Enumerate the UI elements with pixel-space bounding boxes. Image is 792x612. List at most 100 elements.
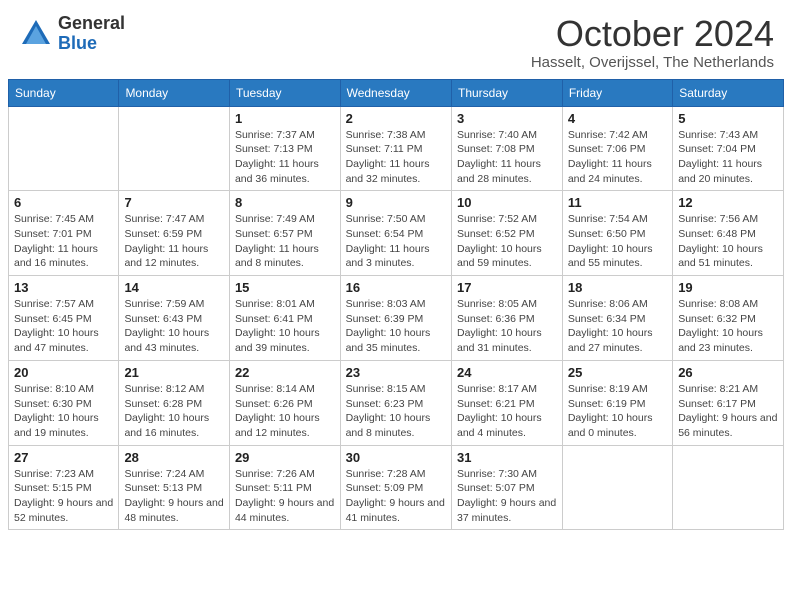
day-number: 28	[124, 450, 224, 465]
calendar-cell: 12Sunrise: 7:56 AMSunset: 6:48 PMDayligh…	[673, 191, 784, 276]
calendar-cell: 5 Sunrise: 7:43 AMSunset: 7:04 PMDaylight…	[673, 106, 784, 191]
calendar-cell: 24Sunrise: 8:17 AMSunset: 6:21 PMDayligh…	[452, 360, 563, 445]
day-info: Sunrise: 8:19 AMSunset: 6:19 PMDaylight:…	[568, 382, 667, 441]
day-number: 29	[235, 450, 335, 465]
day-info: Sunrise: 8:10 AMSunset: 6:30 PMDaylight:…	[14, 382, 113, 441]
day-info: Sunrise: 8:14 AMSunset: 6:26 PMDaylight:…	[235, 382, 335, 441]
day-number: 8	[235, 195, 335, 210]
day-number: 20	[14, 365, 113, 380]
calendar-cell: 9Sunrise: 7:50 AMSunset: 6:54 PMDaylight…	[340, 191, 451, 276]
day-number: 25	[568, 365, 667, 380]
day-header-thursday: Thursday	[452, 79, 563, 106]
day-info: Sunrise: 7:54 AMSunset: 6:50 PMDaylight:…	[568, 212, 667, 271]
day-header-saturday: Saturday	[673, 79, 784, 106]
day-info: Sunrise: 7:37 AMSunset: 7:13 PMDaylight:…	[235, 128, 335, 187]
calendar-cell: 1Sunrise: 7:37 AMSunset: 7:13 PMDaylight…	[229, 106, 340, 191]
day-number: 15	[235, 280, 335, 295]
logo-text: General Blue	[58, 14, 125, 54]
calendar-cell: 6 Sunrise: 7:45 AMSunset: 7:01 PMDaylight…	[9, 191, 119, 276]
week-row-3: 13 Sunrise: 7:57 AMSunset: 6:45 PMDayligh…	[9, 276, 784, 361]
week-row-2: 6 Sunrise: 7:45 AMSunset: 7:01 PMDaylight…	[9, 191, 784, 276]
day-number: 31	[457, 450, 557, 465]
calendar-cell: 10 Sunrise: 7:52 AMSunset: 6:52 PMDayligh…	[452, 191, 563, 276]
day-number: 2	[346, 111, 446, 126]
logo-blue-text: Blue	[58, 34, 125, 54]
day-header-wednesday: Wednesday	[340, 79, 451, 106]
day-number: 12	[678, 195, 778, 210]
calendar-cell	[9, 106, 119, 191]
day-number: 30	[346, 450, 446, 465]
day-number: 27	[14, 450, 113, 465]
day-info: Sunrise: 8:21 AMSunset: 6:17 PMDaylight:…	[678, 382, 778, 441]
day-header-friday: Friday	[562, 79, 672, 106]
calendar-header: SundayMondayTuesdayWednesdayThursdayFrid…	[9, 79, 784, 106]
day-number: 14	[124, 280, 224, 295]
day-number: 13	[14, 280, 113, 295]
location-subtitle: Hasselt, Overijssel, The Netherlands	[531, 54, 774, 71]
day-info: Sunrise: 7:42 AMSunset: 7:06 PMDaylight:…	[568, 128, 667, 187]
calendar-cell: 20 Sunrise: 8:10 AMSunset: 6:30 PMDayligh…	[9, 360, 119, 445]
day-number: 4	[568, 111, 667, 126]
day-info: Sunrise: 7:43 AMSunset: 7:04 PMDaylight:…	[678, 128, 778, 187]
day-info: Sunrise: 7:47 AMSunset: 6:59 PMDaylight:…	[124, 212, 224, 271]
calendar-cell: 18 Sunrise: 8:06 AMSunset: 6:34 PMDayligh…	[562, 276, 672, 361]
day-info: Sunrise: 7:30 AMSunset: 5:07 PMDaylight:…	[457, 467, 557, 526]
day-number: 10	[457, 195, 557, 210]
day-info: Sunrise: 7:28 AMSunset: 5:09 PMDaylight:…	[346, 467, 446, 526]
calendar-cell: 14Sunrise: 7:59 AMSunset: 6:43 PMDayligh…	[119, 276, 230, 361]
calendar-cell: 28 Sunrise: 7:24 AMSunset: 5:13 PMDayligh…	[119, 445, 230, 530]
day-info: Sunrise: 8:05 AMSunset: 6:36 PMDaylight:…	[457, 297, 557, 356]
day-info: Sunrise: 8:06 AMSunset: 6:34 PMDaylight:…	[568, 297, 667, 356]
calendar-table: SundayMondayTuesdayWednesdayThursdayFrid…	[8, 79, 784, 531]
calendar-cell: 13 Sunrise: 7:57 AMSunset: 6:45 PMDayligh…	[9, 276, 119, 361]
day-info: Sunrise: 7:23 AMSunset: 5:15 PMDaylight:…	[14, 467, 113, 526]
day-number: 18	[568, 280, 667, 295]
day-info: Sunrise: 7:52 AMSunset: 6:52 PMDaylight:…	[457, 212, 557, 271]
calendar-cell: 30 Sunrise: 7:28 AMSunset: 5:09 PMDayligh…	[340, 445, 451, 530]
calendar-cell: 26Sunrise: 8:21 AMSunset: 6:17 PMDayligh…	[673, 360, 784, 445]
title-section: October 2024 Hasselt, Overijssel, The Ne…	[531, 14, 774, 71]
calendar-cell: 15 Sunrise: 8:01 AMSunset: 6:41 PMDayligh…	[229, 276, 340, 361]
calendar-body: 1Sunrise: 7:37 AMSunset: 7:13 PMDaylight…	[9, 106, 784, 530]
day-info: Sunrise: 8:03 AMSunset: 6:39 PMDaylight:…	[346, 297, 446, 356]
day-info: Sunrise: 7:45 AMSunset: 7:01 PMDaylight:…	[14, 212, 113, 271]
day-number: 21	[124, 365, 224, 380]
calendar-cell: 2 Sunrise: 7:38 AMSunset: 7:11 PMDaylight…	[340, 106, 451, 191]
calendar-cell: 29Sunrise: 7:26 AMSunset: 5:11 PMDayligh…	[229, 445, 340, 530]
calendar-cell: 31 Sunrise: 7:30 AMSunset: 5:07 PMDayligh…	[452, 445, 563, 530]
calendar-cell: 22 Sunrise: 8:14 AMSunset: 6:26 PMDayligh…	[229, 360, 340, 445]
day-info: Sunrise: 7:57 AMSunset: 6:45 PMDaylight:…	[14, 297, 113, 356]
day-info: Sunrise: 8:15 AMSunset: 6:23 PMDaylight:…	[346, 382, 446, 441]
calendar-cell	[562, 445, 672, 530]
day-info: Sunrise: 8:12 AMSunset: 6:28 PMDaylight:…	[124, 382, 224, 441]
calendar-cell: 25 Sunrise: 8:19 AMSunset: 6:19 PMDayligh…	[562, 360, 672, 445]
day-header-sunday: Sunday	[9, 79, 119, 106]
calendar-wrapper: SundayMondayTuesdayWednesdayThursdayFrid…	[0, 79, 792, 539]
day-number: 16	[346, 280, 446, 295]
day-number: 22	[235, 365, 335, 380]
logo-general-text: General	[58, 14, 125, 34]
day-number: 6	[14, 195, 113, 210]
calendar-cell: 27 Sunrise: 7:23 AMSunset: 5:15 PMDayligh…	[9, 445, 119, 530]
day-number: 23	[346, 365, 446, 380]
day-info: Sunrise: 8:01 AMSunset: 6:41 PMDaylight:…	[235, 297, 335, 356]
day-number: 24	[457, 365, 557, 380]
calendar-cell: 16 Sunrise: 8:03 AMSunset: 6:39 PMDayligh…	[340, 276, 451, 361]
page-header: General Blue October 2024 Hasselt, Overi…	[0, 0, 792, 79]
day-info: Sunrise: 8:08 AMSunset: 6:32 PMDaylight:…	[678, 297, 778, 356]
calendar-cell: 17Sunrise: 8:05 AMSunset: 6:36 PMDayligh…	[452, 276, 563, 361]
month-title: October 2024	[531, 14, 774, 54]
day-number: 5	[678, 111, 778, 126]
week-row-1: 1Sunrise: 7:37 AMSunset: 7:13 PMDaylight…	[9, 106, 784, 191]
calendar-cell: 19Sunrise: 8:08 AMSunset: 6:32 PMDayligh…	[673, 276, 784, 361]
calendar-cell: 7 Sunrise: 7:47 AMSunset: 6:59 PMDaylight…	[119, 191, 230, 276]
logo: General Blue	[18, 14, 125, 54]
day-number: 7	[124, 195, 224, 210]
day-number: 3	[457, 111, 557, 126]
day-info: Sunrise: 7:38 AMSunset: 7:11 PMDaylight:…	[346, 128, 446, 187]
day-info: Sunrise: 7:24 AMSunset: 5:13 PMDaylight:…	[124, 467, 224, 526]
calendar-cell: 23 Sunrise: 8:15 AMSunset: 6:23 PMDayligh…	[340, 360, 451, 445]
calendar-cell: 3Sunrise: 7:40 AMSunset: 7:08 PMDaylight…	[452, 106, 563, 191]
calendar-cell: 4 Sunrise: 7:42 AMSunset: 7:06 PMDaylight…	[562, 106, 672, 191]
calendar-cell	[119, 106, 230, 191]
